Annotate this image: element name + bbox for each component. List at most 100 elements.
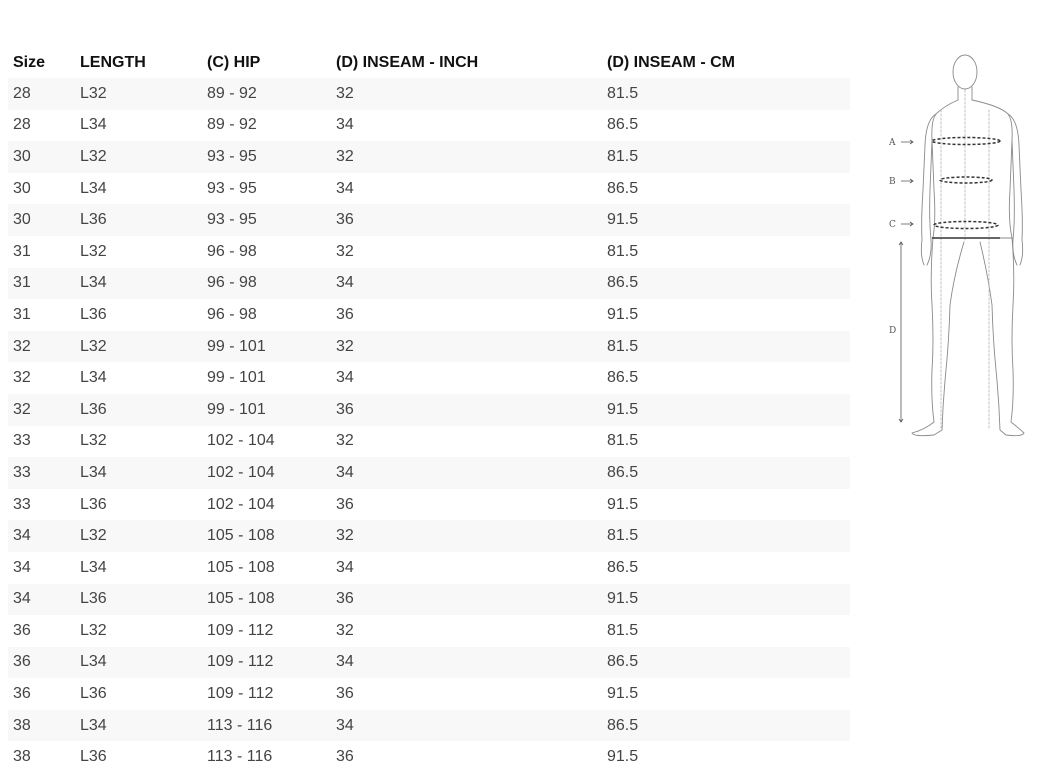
cell-inseam-cm: 91.5 bbox=[602, 204, 850, 236]
cell-size: 38 bbox=[8, 741, 75, 774]
cell-hip: 96 - 98 bbox=[202, 299, 331, 331]
cell-hip: 105 - 108 bbox=[202, 520, 331, 552]
table-row: 38 L34 113 - 116 34 86.5 bbox=[8, 709, 850, 742]
measure-c-hip bbox=[933, 220, 999, 230]
table-row: 28 L32 89 - 92 32 81.5 bbox=[8, 78, 850, 110]
cell-size: 36 bbox=[8, 646, 75, 679]
cell-length: L32 bbox=[75, 78, 202, 110]
cell-length: L36 bbox=[75, 583, 202, 616]
table-row: 36 L32 109 - 112 32 81.5 bbox=[8, 615, 850, 647]
cell-size: 28 bbox=[8, 78, 75, 110]
cell-hip: 102 - 104 bbox=[202, 457, 331, 489]
table-row: 31 L34 96 - 98 34 86.5 bbox=[8, 267, 850, 300]
cell-inseam-inch: 34 bbox=[331, 172, 602, 205]
table-row: 36 L34 109 - 112 34 86.5 bbox=[8, 646, 850, 679]
table-row: 33 L34 102 - 104 34 86.5 bbox=[8, 457, 850, 489]
table-row: 34 L36 105 - 108 36 91.5 bbox=[8, 583, 850, 616]
cell-length: L36 bbox=[75, 299, 202, 331]
cell-inseam-inch: 32 bbox=[331, 520, 602, 552]
cell-inseam-inch: 34 bbox=[331, 267, 602, 300]
cell-size: 31 bbox=[8, 299, 75, 331]
measure-a-chest bbox=[931, 136, 1001, 146]
cell-inseam-cm: 86.5 bbox=[602, 709, 850, 742]
cell-inseam-cm: 86.5 bbox=[602, 362, 850, 394]
cell-hip: 109 - 112 bbox=[202, 678, 331, 710]
cell-hip: 102 - 104 bbox=[202, 488, 331, 521]
table-header-row: Size LENGTH (C) HIP (D) INSEAM - INCH (D… bbox=[8, 47, 850, 78]
cell-length: L32 bbox=[75, 425, 202, 458]
table-row: 30 L36 93 - 95 36 91.5 bbox=[8, 204, 850, 236]
size-chart-table: Size LENGTH (C) HIP (D) INSEAM - INCH (D… bbox=[8, 47, 850, 774]
cell-inseam-cm: 81.5 bbox=[602, 425, 850, 458]
arrow-d bbox=[898, 241, 904, 423]
table-row: 30 L34 93 - 95 34 86.5 bbox=[8, 172, 850, 205]
table-row: 31 L36 96 - 98 36 91.5 bbox=[8, 299, 850, 331]
cell-size: 31 bbox=[8, 267, 75, 300]
cell-inseam-inch: 36 bbox=[331, 488, 602, 521]
cell-inseam-cm: 91.5 bbox=[602, 741, 850, 774]
cell-length: L32 bbox=[75, 141, 202, 173]
cell-length: L32 bbox=[75, 615, 202, 647]
cell-hip: 109 - 112 bbox=[202, 646, 331, 679]
cell-length: L32 bbox=[75, 520, 202, 552]
cell-size: 30 bbox=[8, 204, 75, 236]
cell-hip: 102 - 104 bbox=[202, 425, 331, 458]
cell-size: 30 bbox=[8, 141, 75, 173]
cell-length: L34 bbox=[75, 457, 202, 489]
cell-length: L34 bbox=[75, 362, 202, 394]
cell-length: L36 bbox=[75, 204, 202, 236]
cell-hip: 113 - 116 bbox=[202, 741, 331, 774]
cell-inseam-cm: 86.5 bbox=[602, 551, 850, 584]
table-row: 36 L36 109 - 112 36 91.5 bbox=[8, 678, 850, 710]
cell-size: 34 bbox=[8, 551, 75, 584]
cell-hip: 99 - 101 bbox=[202, 393, 331, 426]
cell-inseam-cm: 91.5 bbox=[602, 488, 850, 521]
figure-torso bbox=[931, 99, 1013, 239]
label-c: C bbox=[889, 220, 896, 230]
label-a: A bbox=[888, 138, 896, 148]
cell-length: L34 bbox=[75, 646, 202, 679]
arrow-a bbox=[901, 139, 914, 145]
cell-size: 31 bbox=[8, 235, 75, 268]
cell-inseam-cm: 81.5 bbox=[602, 520, 850, 552]
cell-inseam-inch: 32 bbox=[331, 330, 602, 363]
cell-length: L36 bbox=[75, 741, 202, 774]
table-body: 28 L32 89 - 92 32 81.5 28 L34 89 - 92 34 86.5 30 L3… bbox=[8, 78, 850, 774]
cell-length: L36 bbox=[75, 488, 202, 521]
cell-length: L34 bbox=[75, 172, 202, 205]
cell-hip: 93 - 95 bbox=[202, 204, 331, 236]
cell-hip: 105 - 108 bbox=[202, 551, 331, 584]
cell-hip: 109 - 112 bbox=[202, 615, 331, 647]
cell-inseam-inch: 34 bbox=[331, 109, 602, 142]
table-row: 38 L36 113 - 116 36 91.5 bbox=[8, 741, 850, 774]
cell-inseam-cm: 81.5 bbox=[602, 141, 850, 173]
cell-inseam-inch: 34 bbox=[331, 362, 602, 394]
table-row: 28 L34 89 - 92 34 86.5 bbox=[8, 109, 850, 142]
table-row: 34 L32 105 - 108 32 81.5 bbox=[8, 520, 850, 552]
cell-size: 36 bbox=[8, 678, 75, 710]
cell-length: L34 bbox=[75, 109, 202, 142]
cell-inseam-inch: 34 bbox=[331, 646, 602, 679]
cell-inseam-cm: 91.5 bbox=[602, 583, 850, 616]
cell-size: 32 bbox=[8, 362, 75, 394]
column-header-inseam-cm: (D) INSEAM - CM bbox=[607, 53, 735, 71]
cell-inseam-cm: 81.5 bbox=[602, 615, 850, 647]
cell-length: L32 bbox=[75, 235, 202, 268]
cell-hip: 113 - 116 bbox=[202, 709, 331, 742]
table-row: 30 L32 93 - 95 32 81.5 bbox=[8, 141, 850, 173]
body-measurement-icon: A B C D bbox=[888, 54, 1025, 437]
cell-inseam-inch: 32 bbox=[331, 78, 602, 110]
arrow-c bbox=[901, 221, 914, 227]
cell-inseam-inch: 36 bbox=[331, 393, 602, 426]
cell-inseam-inch: 32 bbox=[331, 615, 602, 647]
cell-length: L36 bbox=[75, 678, 202, 710]
column-header-size: Size bbox=[13, 53, 46, 71]
cell-size: 34 bbox=[8, 520, 75, 552]
cell-inseam-cm: 86.5 bbox=[602, 172, 850, 205]
figure-right-leg bbox=[979, 237, 1025, 437]
cell-inseam-inch: 36 bbox=[331, 583, 602, 616]
table-row: 32 L34 99 - 101 34 86.5 bbox=[8, 362, 850, 394]
cell-inseam-inch: 36 bbox=[331, 204, 602, 236]
table-row: 33 L36 102 - 104 36 91.5 bbox=[8, 488, 850, 521]
table-row: 33 L32 102 - 104 32 81.5 bbox=[8, 425, 850, 458]
